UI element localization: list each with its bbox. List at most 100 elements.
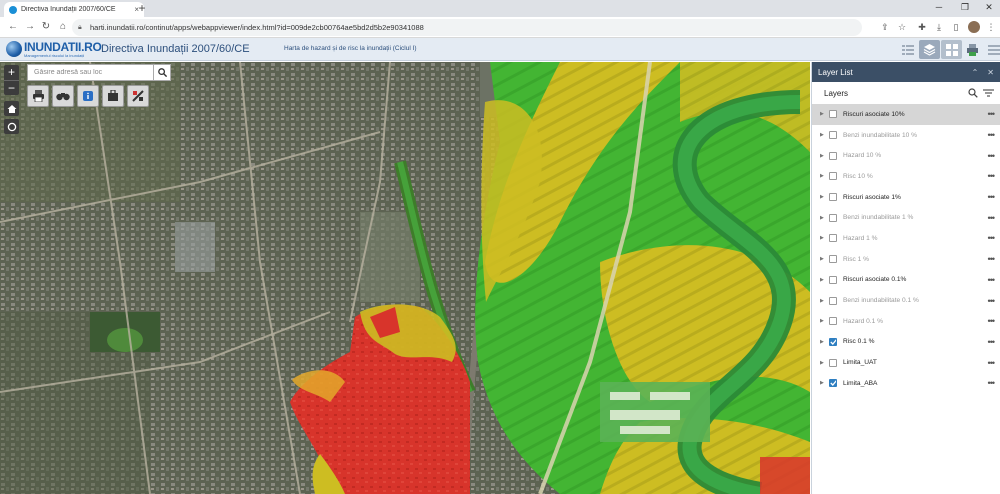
layer-checkbox[interactable]	[829, 234, 837, 243]
layer-options-icon[interactable]: •••	[988, 379, 996, 388]
back-icon[interactable]: ←	[6, 20, 20, 34]
layer-options-icon[interactable]: •••	[988, 151, 996, 160]
layer-options-icon[interactable]: •••	[988, 131, 996, 140]
layer-checkbox[interactable]	[829, 337, 837, 346]
layer-checkbox[interactable]	[829, 275, 837, 284]
expand-caret-icon[interactable]: ▶	[820, 339, 829, 345]
star-icon[interactable]: ☆	[896, 21, 908, 33]
close-panel-icon[interactable]: ✕	[987, 68, 994, 77]
menu-icon[interactable]: ⋮	[985, 21, 997, 33]
overview-button[interactable]	[52, 85, 74, 107]
layer-checkbox[interactable]	[829, 213, 837, 222]
layer-options-icon[interactable]: •••	[988, 213, 996, 222]
search-layers-icon[interactable]	[968, 88, 978, 98]
layer-row[interactable]: ▶ Limita_ABA •••	[812, 373, 1000, 394]
expand-caret-icon[interactable]: ▶	[820, 256, 829, 262]
layer-options-icon[interactable]: •••	[988, 358, 996, 367]
home-icon	[7, 104, 16, 113]
layer-row[interactable]: ▶ Risc 10 % •••	[812, 166, 1000, 187]
layer-checkbox[interactable]	[829, 131, 837, 140]
lock-icon[interactable]: 🔒︎	[78, 19, 82, 36]
sidepanel-icon[interactable]: ▯	[950, 21, 962, 33]
layer-checkbox[interactable]	[829, 110, 837, 119]
zoom-out-button[interactable]: −	[4, 80, 19, 95]
measure-button[interactable]	[127, 85, 149, 107]
expand-caret-icon[interactable]: ▶	[820, 380, 829, 386]
layer-checkbox[interactable]	[829, 193, 837, 202]
print-button[interactable]	[27, 85, 49, 107]
more-header-button[interactable]	[983, 40, 1000, 59]
expand-caret-icon[interactable]: ▶	[820, 360, 829, 366]
profile-avatar[interactable]	[968, 21, 980, 33]
share-icon[interactable]: ⇪	[879, 21, 891, 33]
layer-options-icon[interactable]: •••	[988, 275, 996, 284]
minimize-icon[interactable]: ─	[928, 0, 950, 15]
print-header-button[interactable]	[962, 40, 983, 59]
layer-options-icon[interactable]: •••	[988, 296, 996, 305]
info-button[interactable]	[77, 85, 99, 107]
layer-row[interactable]: ▶ Benzi inundabilitate 1 % •••	[812, 207, 1000, 228]
new-tab-icon[interactable]: +	[135, 1, 149, 15]
expand-caret-icon[interactable]: ▶	[820, 111, 829, 117]
reload-icon[interactable]: ↻	[39, 20, 53, 34]
layer-options-icon[interactable]: •••	[988, 255, 996, 264]
search-input[interactable]	[28, 65, 153, 80]
layer-row[interactable]: ▶ Benzi inundabilitate 10 % •••	[812, 125, 1000, 146]
expand-caret-icon[interactable]: ▶	[820, 235, 829, 241]
close-window-icon[interactable]: ✕	[978, 0, 1000, 15]
basemap-gallery-button[interactable]	[941, 40, 962, 59]
search-icon	[157, 68, 167, 77]
layer-checkbox[interactable]	[829, 296, 837, 305]
layers-label: Layers	[824, 88, 849, 98]
browser-tab[interactable]: Directiva Inundații 2007/60/CE ×	[4, 2, 144, 17]
layer-checkbox[interactable]	[829, 358, 837, 367]
expand-caret-icon[interactable]: ▶	[820, 153, 829, 159]
expand-caret-icon[interactable]: ▶	[820, 298, 829, 304]
layer-row[interactable]: ▶ Benzi inundabilitate 0.1 % •••	[812, 290, 1000, 311]
download-icon[interactable]: ⤓	[933, 21, 945, 33]
layer-checkbox[interactable]	[829, 151, 837, 160]
layer-row[interactable]: ▶ Riscuri asociate 1% •••	[812, 187, 1000, 208]
expand-caret-icon[interactable]: ▶	[820, 215, 829, 221]
layer-options-icon[interactable]: •••	[988, 337, 996, 346]
basemap-gallery-icon	[945, 43, 958, 56]
layer-list-button[interactable]	[919, 40, 940, 59]
url-field[interactable]: 🔒︎ harti.inundatii.ro/continut/apps/weba…	[72, 19, 862, 36]
map-canvas[interactable]	[0, 62, 810, 494]
maximize-icon[interactable]: ❐	[954, 0, 976, 15]
layer-checkbox[interactable]	[829, 317, 837, 326]
layer-options-icon[interactable]: •••	[988, 317, 996, 326]
expand-caret-icon[interactable]: ▶	[820, 132, 829, 138]
layer-checkbox[interactable]	[829, 379, 837, 388]
collapse-icon[interactable]: ⌃	[972, 68, 979, 77]
search-button[interactable]	[153, 65, 170, 80]
filter-icon[interactable]	[983, 88, 994, 98]
home-icon[interactable]: ⌂	[56, 20, 70, 34]
legend-button[interactable]	[897, 40, 918, 59]
layer-row[interactable]: ▶ Hazard 1 % •••	[812, 228, 1000, 249]
layer-checkbox[interactable]	[829, 255, 837, 264]
layer-row[interactable]: ▶ Limita_UAT •••	[812, 352, 1000, 373]
layer-checkbox[interactable]	[829, 172, 837, 181]
layer-row[interactable]: ▶ Riscuri asociate 10% •••	[812, 104, 1000, 125]
bookmark-button[interactable]	[102, 85, 124, 107]
expand-caret-icon[interactable]: ▶	[820, 318, 829, 324]
layer-options-icon[interactable]: •••	[988, 172, 996, 181]
expand-caret-icon[interactable]: ▶	[820, 277, 829, 283]
layer-row[interactable]: ▶ Risc 1 % •••	[812, 249, 1000, 270]
layer-row[interactable]: ▶ Hazard 10 % •••	[812, 145, 1000, 166]
home-extent-button[interactable]	[4, 101, 19, 116]
layer-options-icon[interactable]: •••	[988, 193, 996, 202]
extension-icon[interactable]: ✚	[916, 21, 928, 33]
layer-row[interactable]: ▶ Riscuri asociate 0.1% •••	[812, 270, 1000, 291]
layer-options-icon[interactable]: •••	[988, 110, 996, 119]
layer-row[interactable]: ▶ Hazard 0.1 % •••	[812, 311, 1000, 332]
expand-caret-icon[interactable]: ▶	[820, 194, 829, 200]
zoom-in-button[interactable]: +	[4, 65, 19, 80]
forward-icon[interactable]: →	[23, 20, 37, 34]
expand-caret-icon[interactable]: ▶	[820, 173, 829, 179]
layer-options-icon[interactable]: •••	[988, 234, 996, 243]
layer-row[interactable]: ▶ Risc 0.1 % •••	[812, 332, 1000, 353]
map-view[interactable]: + −	[0, 62, 810, 494]
my-location-button[interactable]	[4, 119, 19, 134]
